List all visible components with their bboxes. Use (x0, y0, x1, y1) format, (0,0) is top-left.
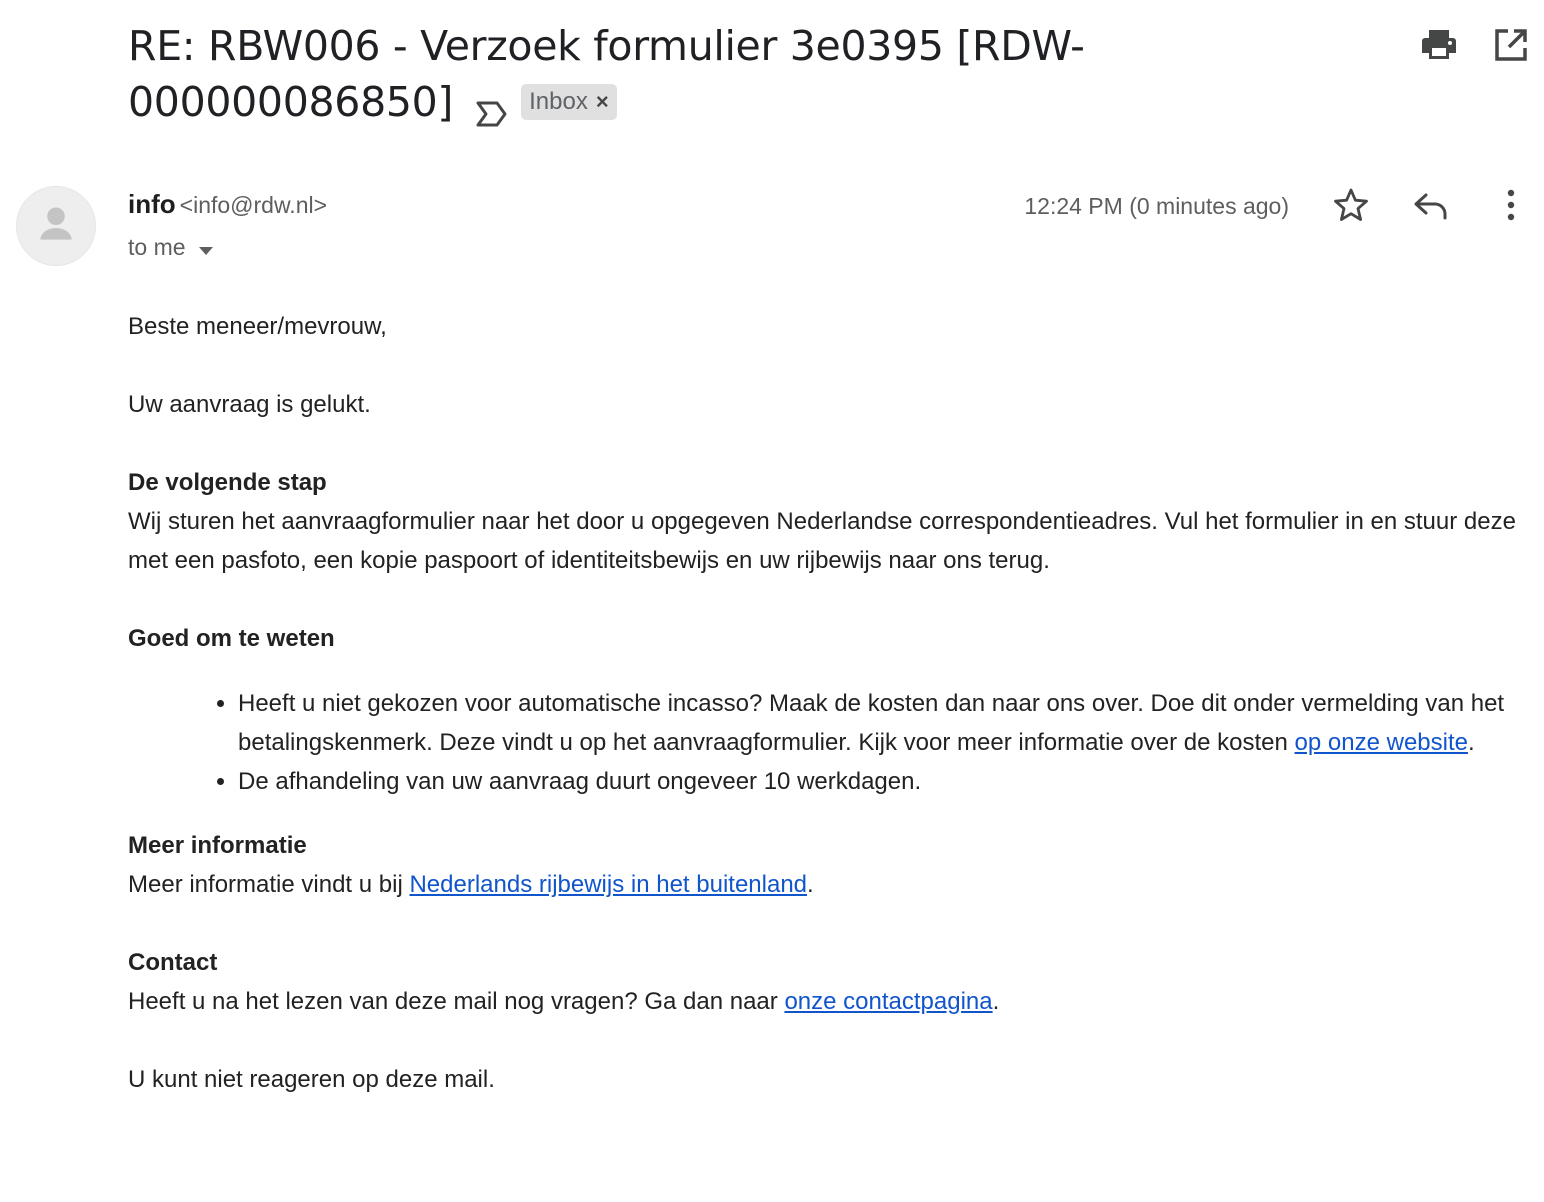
bullet2-text: De afhandeling van uw aanvraag duurt ong… (238, 768, 922, 795)
bullet1-end: . (1467, 729, 1475, 756)
sender-name[interactable]: info (128, 189, 176, 219)
inbox-label-chip[interactable]: Inbox × (521, 84, 617, 120)
important-marker-icon[interactable] (475, 87, 509, 127)
label-text: Inbox (529, 88, 588, 115)
reply-icon[interactable] (1412, 186, 1450, 224)
remove-label-button[interactable]: × (596, 74, 609, 130)
contact-page-link[interactable]: onze contactpagina (784, 988, 992, 1015)
sender-line: info <info@rdw.nl> (128, 186, 327, 223)
recipient-details-toggle[interactable]: to me (128, 229, 214, 265)
more-info-end: . (807, 871, 814, 898)
good-to-know-heading: Goed om te weten (128, 625, 335, 652)
star-icon[interactable] (1332, 186, 1370, 224)
next-step-text: Wij sturen het aanvraagformulier naar he… (128, 508, 1516, 574)
costs-website-link[interactable]: op onze website (1295, 729, 1468, 756)
recipient-text: to me (128, 234, 186, 260)
contact-heading: Contact (128, 949, 218, 976)
chevron-down-icon (198, 231, 214, 265)
contact-text: Heeft u na het lezen van deze mail nog v… (128, 988, 785, 1015)
thread-actions (1420, 26, 1530, 64)
email-subject: RE: RBW006 - Verzoek formulier 3e0395 [R… (128, 18, 1128, 130)
intro-text: Uw aanvraag is gelukt. (128, 391, 371, 418)
open-in-new-window-icon[interactable] (1492, 26, 1530, 64)
more-info-text: Meer informatie vindt u bij (128, 871, 410, 898)
print-icon[interactable] (1420, 26, 1458, 64)
contact-paragraph: Heeft u na het lezen van deze mail nog v… (128, 982, 1528, 1021)
message-actions (1332, 186, 1530, 224)
greeting: Beste meneer/mevrouw, (128, 313, 387, 340)
more-info-paragraph: Meer informatie vindt u bij Nederlands r… (128, 865, 1528, 904)
list-item: Heeft u niet gekozen voor automatische i… (238, 684, 1528, 762)
sender-email: <info@rdw.nl> (179, 192, 328, 218)
list-item: De afhandeling van uw aanvraag duurt ong… (238, 762, 1528, 801)
closing-text: U kunt niet reageren op deze mail. (128, 1066, 495, 1093)
license-abroad-link[interactable]: Nederlands rijbewijs in het buitenland (409, 871, 807, 898)
good-to-know-list: Heeft u niet gekozen voor automatische i… (128, 684, 1528, 801)
message-timestamp: 12:24 PM (0 minutes ago) (1024, 193, 1289, 219)
contact-end: . (992, 988, 1000, 1015)
next-step-heading: De volgende stap (128, 469, 327, 496)
more-vert-icon[interactable] (1492, 186, 1530, 224)
more-info-heading: Meer informatie (128, 832, 307, 859)
sender-avatar[interactable] (16, 186, 96, 266)
email-body: Beste meneer/mevrouw, Uw aanvraag is gel… (128, 307, 1528, 1099)
default-avatar-icon (40, 207, 72, 240)
